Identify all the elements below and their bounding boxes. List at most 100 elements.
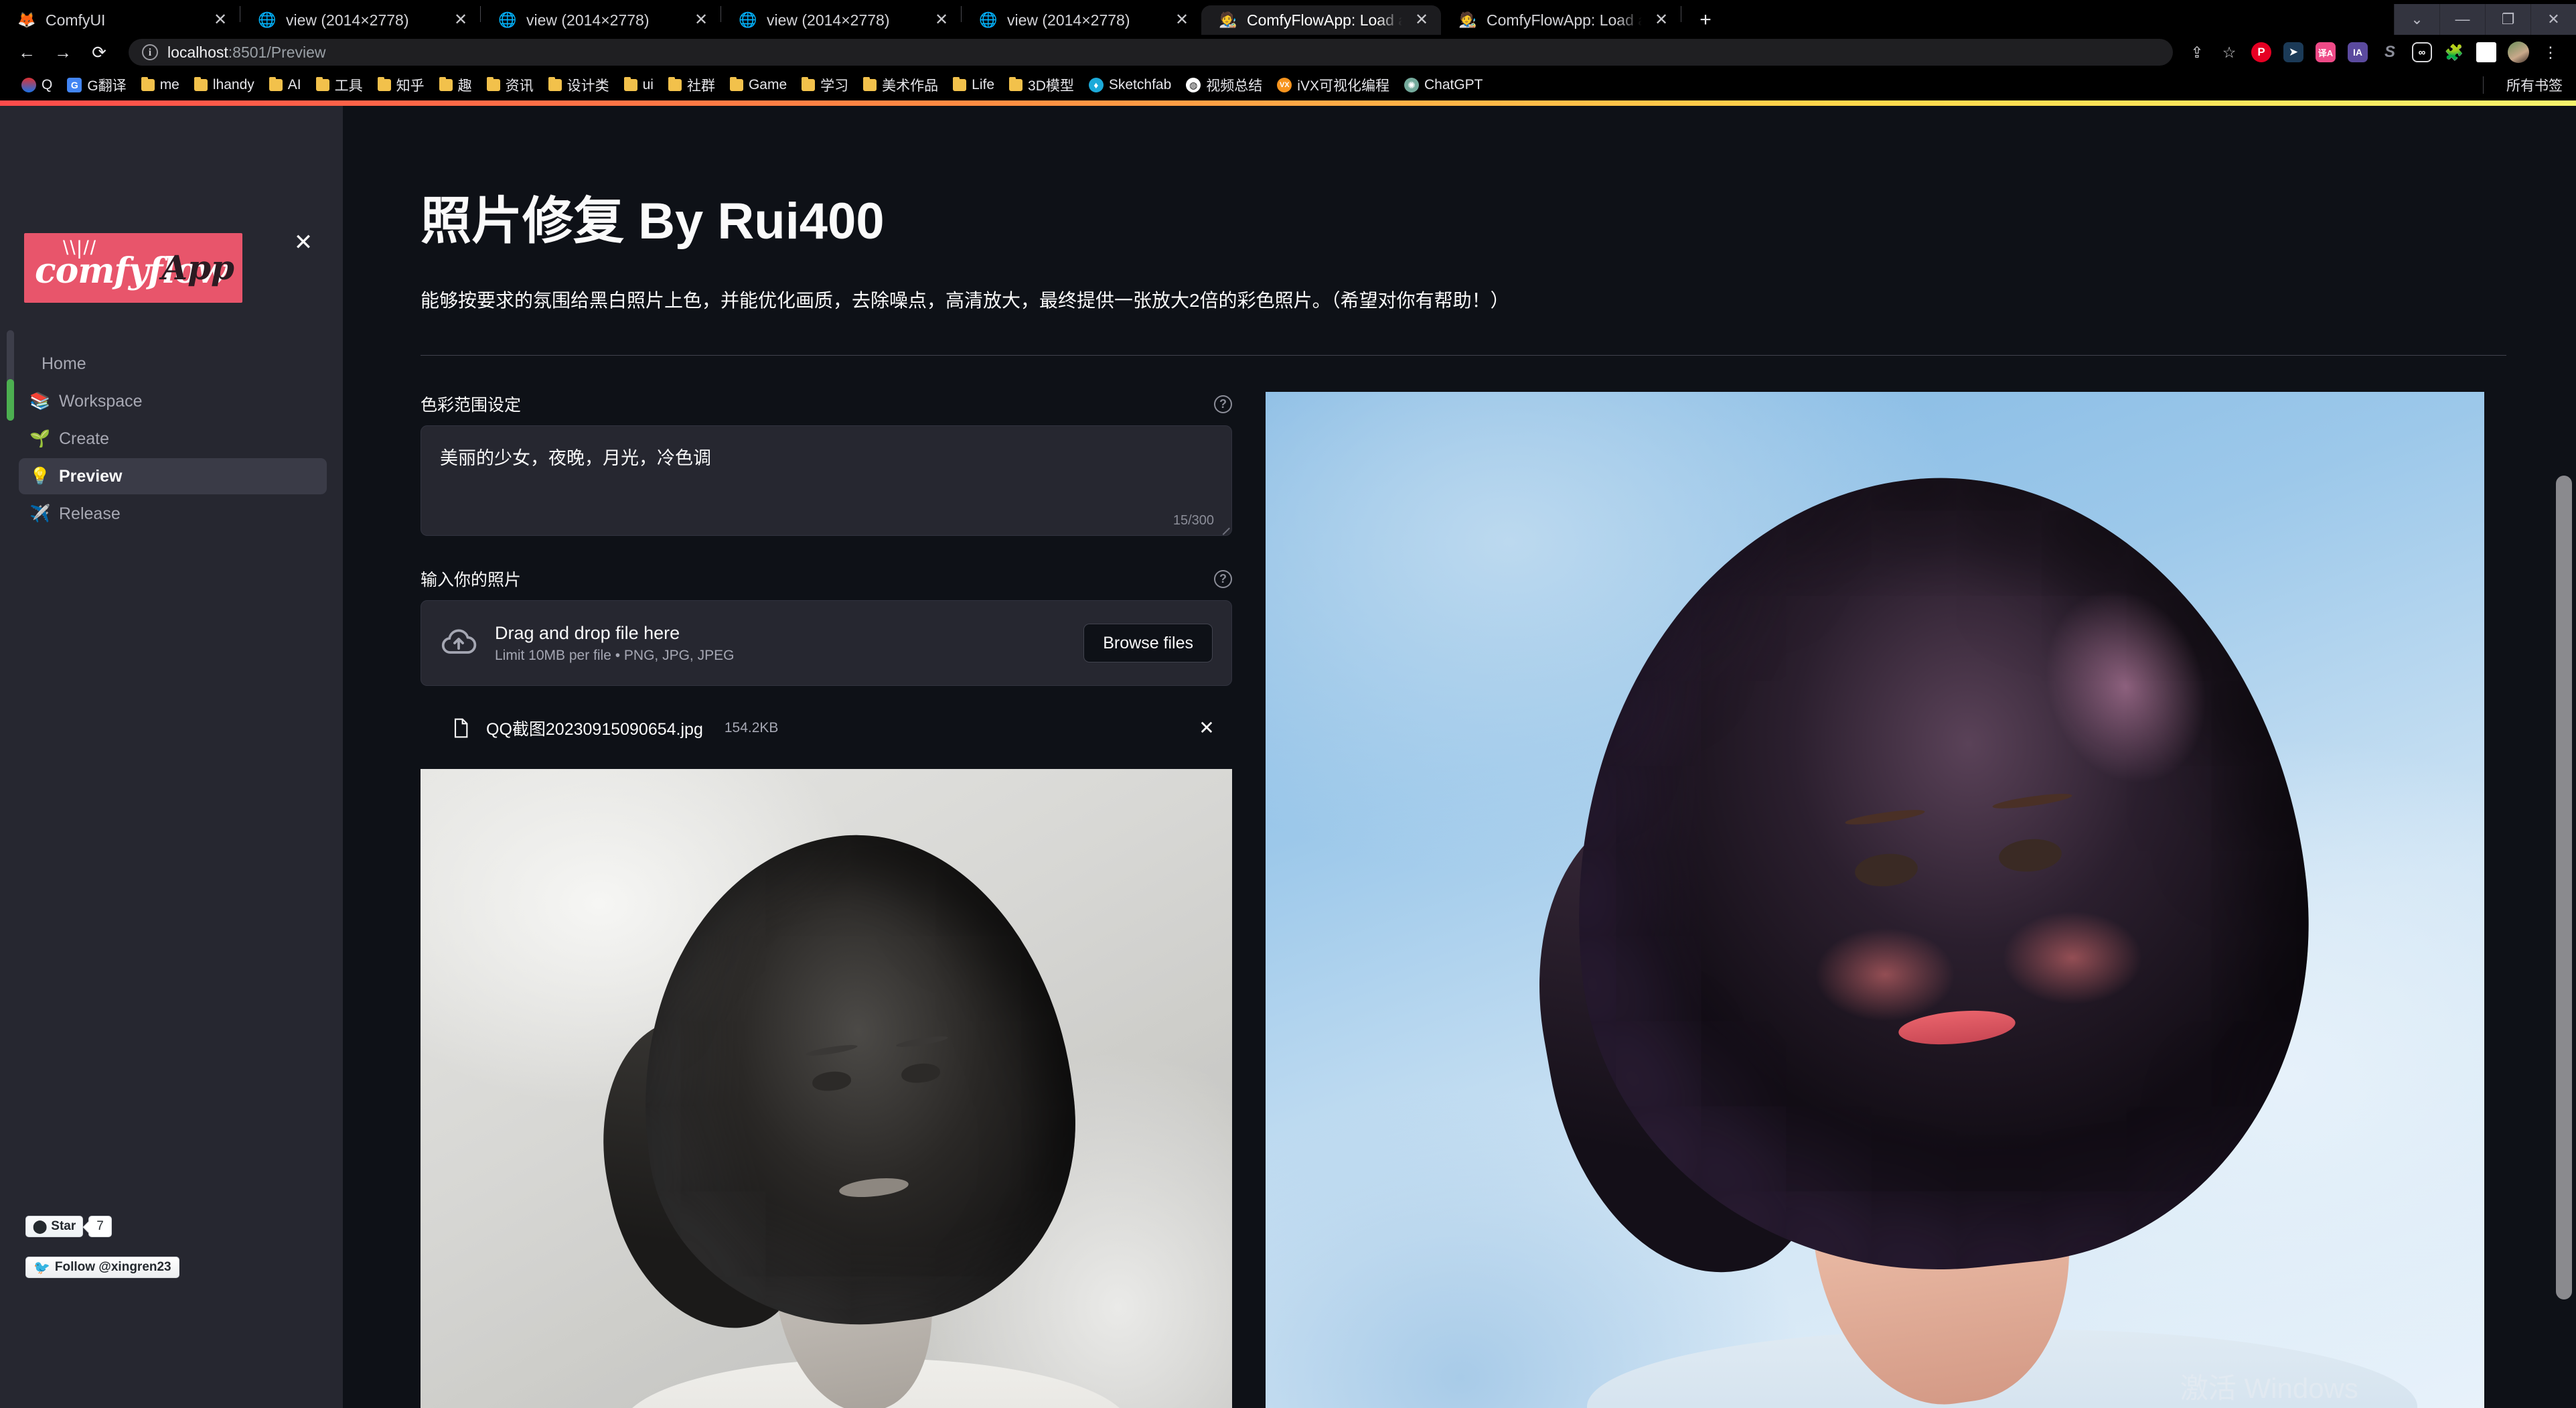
textarea-resize-handle[interactable] [1217, 522, 1230, 535]
bookmark-item[interactable]: 美术作品 [856, 72, 945, 98]
minimize-button[interactable]: — [2439, 4, 2485, 35]
sidebar-item-release[interactable]: ✈️ Release [19, 496, 327, 532]
all-bookmarks[interactable]: 所有书签 [2483, 75, 2563, 95]
lastpass-glyph: ∞ [2412, 42, 2432, 62]
bookmark-item[interactable]: Q [15, 74, 59, 96]
sidepanel-icon[interactable] [2472, 38, 2501, 67]
help-circle-icon[interactable]: ? [1214, 395, 1232, 413]
lightbulb-icon: 💡 [29, 467, 50, 486]
sidebar-item-create[interactable]: 🌱 Create [19, 421, 327, 457]
bookmark-item[interactable]: 学习 [795, 72, 855, 98]
image-viewer-icon: 🌐 [498, 11, 517, 29]
page-scrollbar-thumb[interactable] [2556, 476, 2572, 1299]
tab-close-icon[interactable]: ✕ [1172, 10, 1192, 30]
sidebar-close-icon[interactable]: ✕ [288, 228, 319, 259]
bookmark-item[interactable]: me [135, 74, 186, 96]
image-viewer-icon: 🌐 [979, 11, 998, 29]
sidebar-scrollbar[interactable] [7, 330, 14, 421]
color-range-input[interactable]: 美丽的少女，夜晚，月光，冷色调 15/300 [421, 425, 1232, 536]
bookmark-star-icon[interactable]: ☆ [2214, 38, 2244, 67]
folder-icon [487, 79, 500, 91]
browser-menu-icon[interactable]: ⋮ [2536, 38, 2565, 67]
share-icon[interactable]: ⇪ [2182, 38, 2212, 67]
sidebar-item-label: Workspace [59, 392, 143, 411]
dropzone-texts: Drag and drop file here Limit 10MB per f… [495, 623, 1066, 664]
bookmark-item[interactable]: ♦Sketchfab [1082, 74, 1178, 96]
github-star-count[interactable]: 7 [88, 1216, 112, 1237]
github-star-label: Star [51, 1219, 76, 1234]
pinterest-extension-icon[interactable]: P [2247, 38, 2276, 67]
site-info-icon[interactable]: i [142, 44, 158, 60]
sidebar-item-workspace[interactable]: 📚 Workspace [19, 383, 327, 419]
tab-close-icon[interactable]: ✕ [691, 10, 711, 30]
browser-tab[interactable]: 🌐 view (2014×2778) ✕ [240, 5, 480, 35]
bookmark-item[interactable]: ui [617, 74, 660, 96]
bookmark-item[interactable]: Life [946, 74, 1001, 96]
file-dropzone[interactable]: Drag and drop file here Limit 10MB per f… [421, 600, 1232, 686]
sidepanel-glyph [2476, 42, 2496, 62]
folder-icon [1009, 79, 1022, 91]
puzzle-extensions-icon[interactable]: 🧩 [2439, 38, 2469, 67]
pocket-glyph: ➤ [2283, 42, 2303, 62]
bookmark-item[interactable]: VXiVX可视化编程 [1270, 72, 1396, 98]
bookmark-item[interactable]: ✺ChatGPT [1397, 74, 1490, 96]
twitter-follow-label: Follow @xingren23 [55, 1260, 171, 1275]
tab-close-icon[interactable]: ✕ [1412, 10, 1432, 30]
github-star-button[interactable]: ⬤ Star [25, 1216, 83, 1237]
avatar[interactable] [2504, 38, 2533, 67]
browser-tab[interactable]: 🌐 view (2014×2778) ✕ [721, 5, 961, 35]
new-tab-button[interactable]: + [1689, 7, 1722, 33]
help-circle-icon[interactable]: ? [1214, 570, 1232, 588]
browser-tab[interactable]: 🌐 view (2014×2778) ✕ [481, 5, 721, 35]
bookmark-item[interactable]: lhandy [187, 74, 261, 96]
google-translate-icon: G [67, 78, 82, 92]
dropzone-title: Drag and drop file here [495, 623, 1066, 644]
lastpass-extension-icon[interactable]: ∞ [2407, 38, 2437, 67]
bookmark-item[interactable]: GG翻译 [60, 72, 133, 98]
github-star-badge[interactable]: ⬤ Star 7 [25, 1216, 112, 1237]
sidebar-item-home[interactable]: Home [19, 346, 327, 382]
maximize-button[interactable]: ❐ [2485, 4, 2530, 35]
surfshark-extension-icon[interactable]: S [2375, 38, 2405, 67]
twitter-follow-button[interactable]: 🐦 Follow @xingren23 [25, 1257, 179, 1278]
logo-suffix-text: App [161, 248, 234, 287]
browse-files-button[interactable]: Browse files [1083, 624, 1213, 662]
sidebar-item-preview[interactable]: 💡 Preview [19, 458, 327, 494]
forward-icon[interactable]: → [47, 38, 79, 67]
url-host: localhost [167, 44, 228, 61]
close-window-button[interactable]: ✕ [2530, 4, 2576, 35]
pocket-extension-icon[interactable]: ➤ [2279, 38, 2308, 67]
browser-tab[interactable]: 🦊 ComfyUI ✕ [0, 5, 240, 35]
bookmark-label: 社群 [687, 75, 715, 95]
translate-extension-icon[interactable]: 译A [2311, 38, 2340, 67]
tab-close-icon[interactable]: ✕ [931, 10, 952, 30]
tab-close-icon[interactable]: ✕ [1651, 10, 1671, 30]
bookmark-item[interactable]: 资讯 [480, 72, 540, 98]
back-icon[interactable]: ← [11, 38, 43, 67]
tab-close-icon[interactable]: ✕ [210, 10, 230, 30]
ia-extension-icon[interactable]: IA [2343, 38, 2372, 67]
browser-tab-active[interactable]: 🧑‍🎨 ComfyFlowApp: Load a comfy ✕ [1201, 5, 1441, 35]
bookmark-item[interactable]: 知乎 [371, 72, 431, 98]
toolbar-icons: ⇪ ☆ P ➤ 译A IA S ∞ 🧩 ⋮ [2182, 38, 2565, 67]
address-bar[interactable]: i localhost:8501/Preview [129, 39, 2173, 66]
bookmark-item[interactable]: 3D模型 [1002, 72, 1081, 98]
bookmark-item[interactable]: 趣 [433, 72, 479, 98]
tab-close-icon[interactable]: ✕ [451, 10, 471, 30]
bookmark-item[interactable]: 社群 [662, 72, 722, 98]
bookmark-label: Life [972, 77, 994, 93]
bookmark-item[interactable]: ◍视频总结 [1179, 72, 1269, 98]
remove-file-icon[interactable]: ✕ [1193, 715, 1220, 742]
bookmark-item[interactable]: 工具 [309, 72, 370, 98]
colorized-portrait-result: 激活 Windows 转到"设置"以激活 Windows。 [1266, 392, 2484, 1408]
bookmark-item[interactable]: Game [723, 74, 793, 96]
browser-tab[interactable]: 🧑‍🎨 ComfyFlowApp: Load a comfy ✕ [1441, 5, 1681, 35]
tab-search-button[interactable]: ⌄ [2394, 4, 2439, 35]
image-viewer-icon: 🌐 [258, 11, 277, 29]
bookmark-item[interactable]: 设计类 [542, 72, 616, 98]
sidebar-scrollbar-thumb[interactable] [7, 379, 14, 421]
bookmark-item[interactable]: AI [262, 74, 308, 96]
page-title: 照片修复 By Rui400 [421, 180, 2472, 253]
browser-tab[interactable]: 🌐 view (2014×2778) ✕ [962, 5, 1201, 35]
reload-icon[interactable]: ⟳ [83, 38, 115, 67]
